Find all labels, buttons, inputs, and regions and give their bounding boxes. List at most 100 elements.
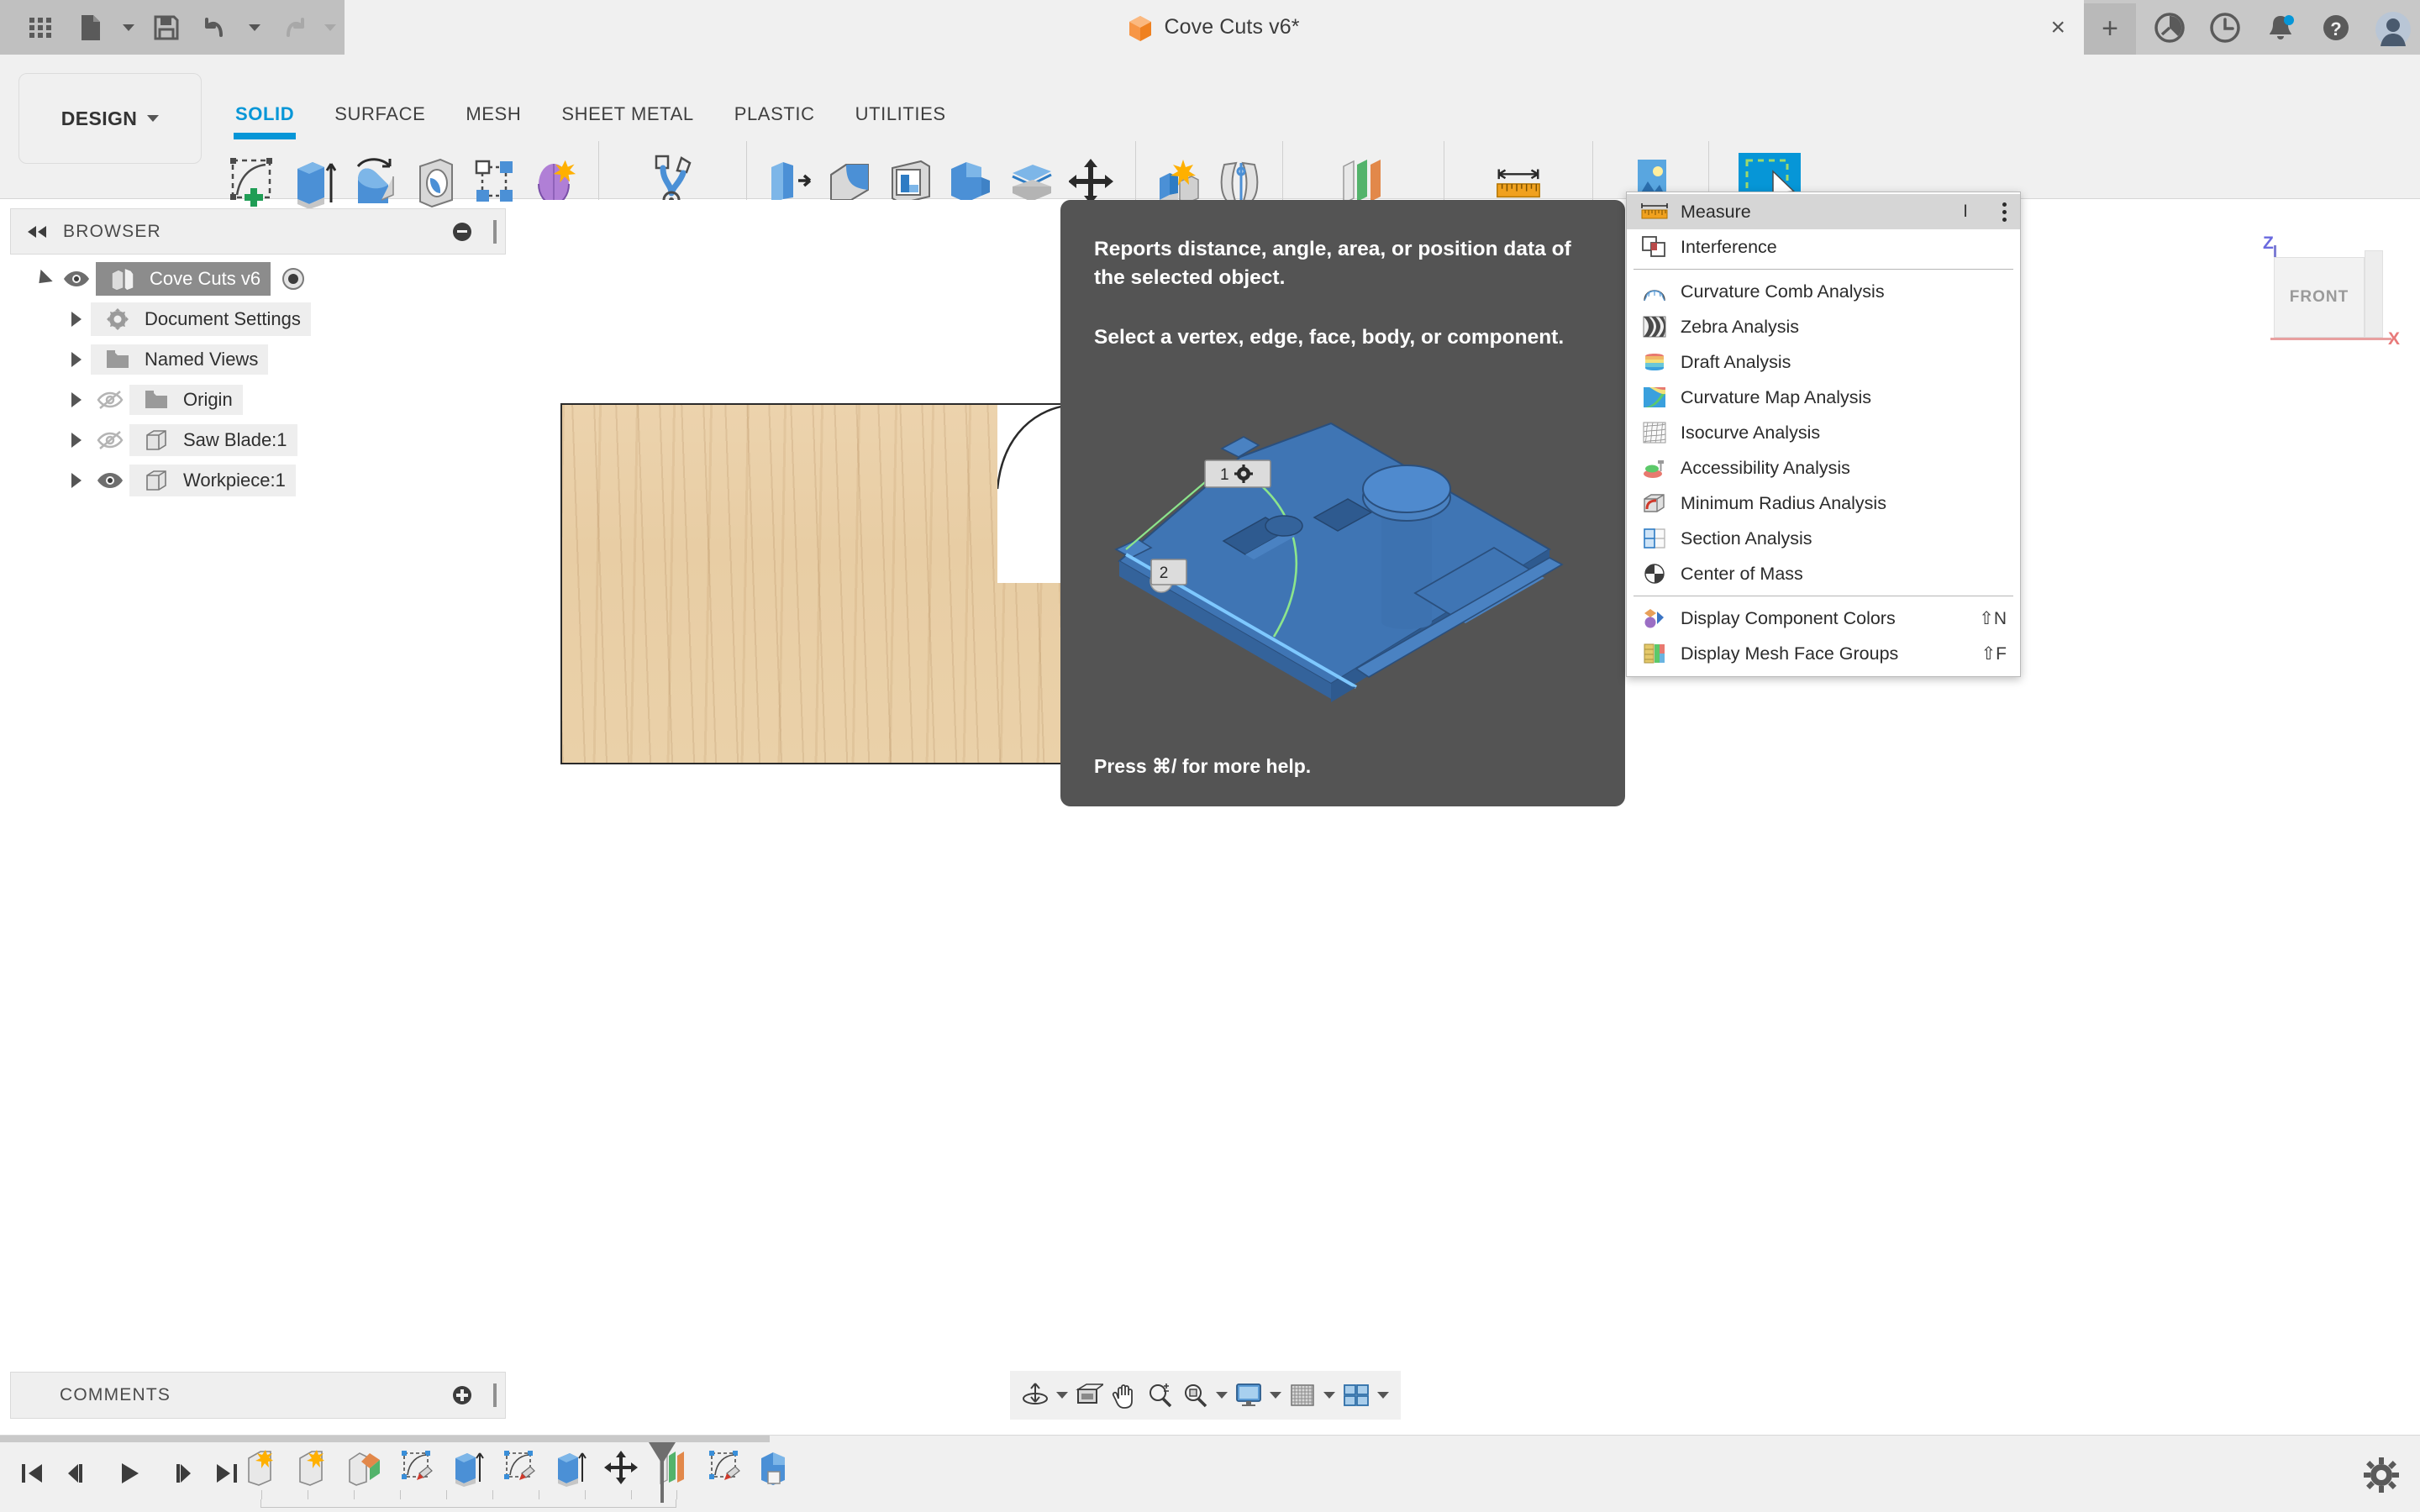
visibility-eye-off-icon[interactable] [91,390,129,410]
look-at-icon[interactable] [1072,1378,1106,1413]
hole-icon[interactable] [408,153,460,212]
new-tab-button[interactable]: + [2084,3,2136,55]
comments-resize-grip[interactable] [493,1383,497,1407]
tab-mesh[interactable]: MESH [445,103,541,125]
tree-item-document-settings[interactable]: Document Settings [10,299,506,339]
notifications-icon[interactable] [2264,11,2297,45]
redo-icon[interactable] [267,6,318,50]
orbit-icon[interactable] [1018,1378,1052,1413]
menu-item-interference[interactable]: Interference [1627,229,2020,265]
menu-item-accessibility-analysis[interactable]: Accessibility Analysis [1627,450,2020,486]
pattern-icon[interactable] [469,153,521,212]
pan-icon[interactable] [1107,1378,1141,1413]
menu-item-display-mesh-face-groups[interactable]: Display Mesh Face Groups ⇧F [1627,636,2020,671]
settings-gear-icon[interactable] [2363,1457,2400,1494]
fit-icon[interactable] [1178,1378,1212,1413]
activate-component-radio[interactable] [281,266,306,291]
account-avatar[interactable] [2375,11,2411,47]
timeline-track[interactable] [260,1490,677,1508]
menu-item-measure[interactable]: Measure I [1627,194,2020,229]
collapse-browser-icon[interactable] [26,224,48,239]
menu-item-isocurve-analysis[interactable]: Isocurve Analysis [1627,415,2020,450]
timeline-move-feature[interactable] [599,1444,643,1491]
tab-solid[interactable]: SOLID [215,103,314,139]
menu-item-label: Interference [1681,236,1777,257]
menu-item-center-of-mass[interactable]: Center of Mass [1627,556,2020,591]
timeline-sketch-feature[interactable] [702,1444,745,1491]
tree-item-workpiece[interactable]: Workpiece:1 [10,460,506,501]
view-cube-front-face[interactable]: FRONT [2274,257,2365,338]
visibility-eye-icon[interactable] [91,471,129,490]
document-tab[interactable]: Cove Cuts v6* × [345,0,2084,55]
revolve-icon[interactable] [348,153,400,212]
expand-arrow-icon[interactable] [62,352,91,367]
view-cube[interactable]: Z X FRONT [2237,228,2400,367]
menu-item-curvature-comb-analysis[interactable]: Curvature Comb Analysis [1627,274,2020,309]
expand-arrow-icon[interactable] [62,433,91,448]
save-icon[interactable] [141,6,192,50]
menu-item-draft-analysis[interactable]: Draft Analysis [1627,344,2020,380]
help-icon[interactable]: ? [2319,11,2353,45]
tab-plastic[interactable]: PLASTIC [714,103,835,125]
tree-item-saw-blade[interactable]: Saw Blade:1 [10,420,506,460]
timeline-sketch-feature[interactable] [394,1444,438,1491]
viewports-icon[interactable] [1339,1378,1373,1413]
grid-snap-icon[interactable] [1286,1378,1319,1413]
tab-sheet-metal[interactable]: SHEET METAL [541,103,713,125]
create-sketch-icon[interactable] [227,153,279,212]
play-icon[interactable] [109,1449,150,1498]
menu-item-minimum-radius-analysis[interactable]: Minimum Radius Analysis [1627,486,2020,521]
expand-arrow-icon[interactable] [29,269,57,289]
tree-item-text: Document Settings [145,308,301,329]
redo-dropdown-caret[interactable] [318,6,343,50]
timeline-sketch-feature[interactable] [497,1444,540,1491]
timeline-new-component-feature[interactable] [292,1444,335,1491]
display-settings-icon[interactable] [1232,1378,1265,1413]
expand-arrow-icon[interactable] [62,392,91,407]
display-settings-dropdown-caret[interactable] [1267,1392,1284,1399]
expand-arrow-icon[interactable] [62,312,91,327]
timeline-extrude-feature[interactable] [445,1444,489,1491]
tree-item-cove-cuts[interactable]: Cove Cuts v6 [10,259,506,299]
view-cube-side-face[interactable] [2365,250,2383,338]
close-tab-icon[interactable]: × [2050,14,2065,40]
tab-surface[interactable]: SURFACE [314,103,445,125]
menu-item-overflow-icon[interactable] [2002,202,2007,222]
step-back-icon[interactable] [60,1449,101,1498]
file-icon[interactable] [66,6,116,50]
menu-divider [1634,269,2013,270]
timeline-appearance-feature[interactable] [343,1444,387,1491]
viewports-dropdown-caret[interactable] [1375,1392,1392,1399]
go-to-beginning-icon[interactable] [12,1449,52,1498]
undo-dropdown-caret[interactable] [242,6,267,50]
tree-item-origin[interactable]: Origin [10,380,506,420]
step-forward-icon[interactable] [158,1449,198,1498]
menu-item-zebra-analysis[interactable]: Zebra Analysis [1627,309,2020,344]
expand-arrow-icon[interactable] [62,473,91,488]
visibility-eye-off-icon[interactable] [91,430,129,450]
extrude-icon[interactable] [287,153,339,212]
extensions-icon[interactable] [2153,11,2186,45]
browser-minimize-icon[interactable] [453,222,471,241]
undo-icon[interactable] [192,6,242,50]
menu-item-display-component-colors[interactable]: Display Component Colors ⇧N [1627,601,2020,636]
browser-resize-grip[interactable] [493,219,497,244]
menu-item-curvature-map-analysis[interactable]: Curvature Map Analysis [1627,380,2020,415]
menu-item-section-analysis[interactable]: Section Analysis [1627,521,2020,556]
fit-dropdown-caret[interactable] [1213,1392,1230,1399]
file-dropdown-caret[interactable] [116,6,141,50]
timeline-extrude-feature[interactable] [548,1444,592,1491]
orbit-dropdown-caret[interactable] [1054,1392,1071,1399]
grid-snap-dropdown-caret[interactable] [1321,1392,1338,1399]
recent-icon[interactable] [2208,11,2242,45]
workspace-switcher-button[interactable]: DESIGN [18,73,202,164]
add-comment-icon[interactable] [453,1386,471,1404]
timeline-combine-feature[interactable] [753,1444,797,1491]
zoom-icon[interactable] [1143,1378,1176,1413]
timeline-new-component-feature[interactable] [240,1444,284,1491]
app-grid-icon[interactable] [15,6,66,50]
tree-item-named-views[interactable]: Named Views [10,339,506,380]
timeline-marker[interactable] [649,1442,676,1503]
tab-utilities[interactable]: UTILITIES [835,103,966,125]
visibility-eye-icon[interactable] [57,270,96,288]
